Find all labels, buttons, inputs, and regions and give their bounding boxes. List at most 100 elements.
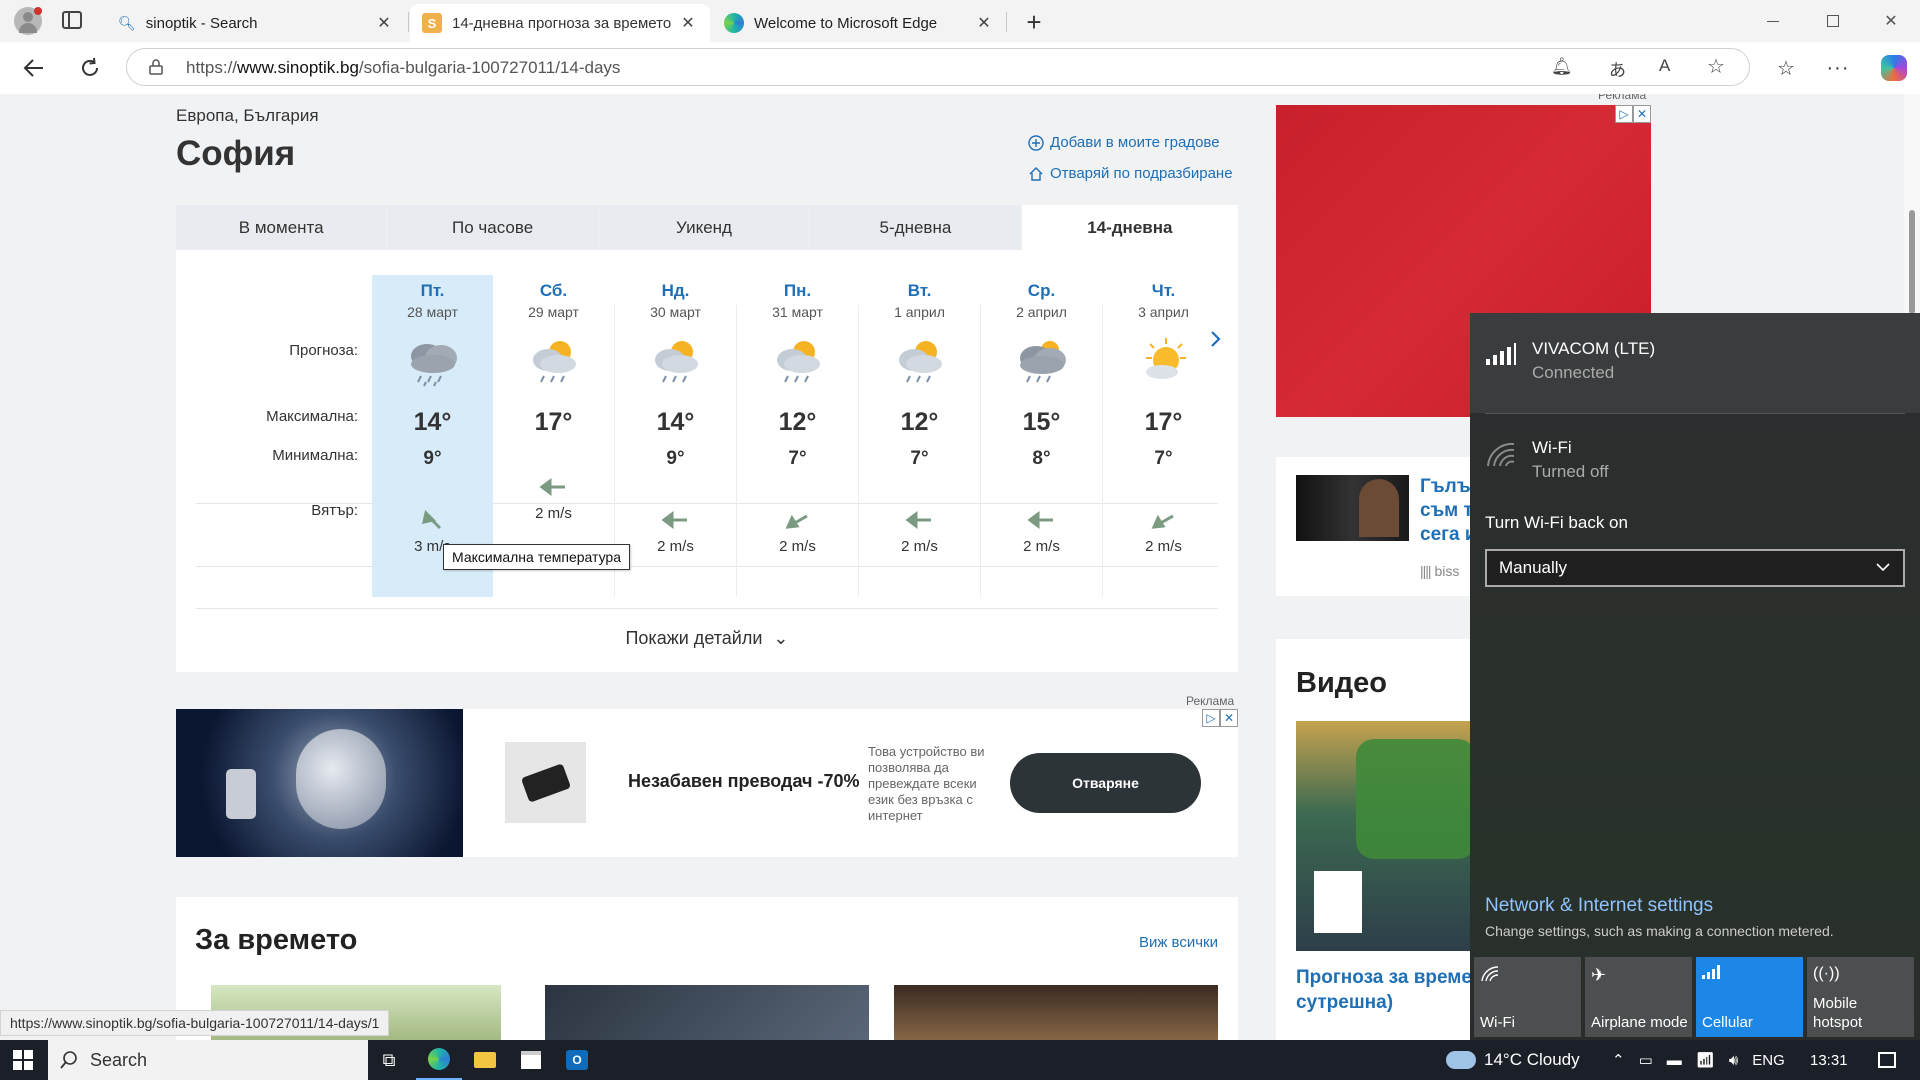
refresh-button[interactable] [72, 50, 108, 86]
read-aloud-icon[interactable]: A [1659, 56, 1670, 76]
network-settings-link[interactable]: Network & Internet settings [1485, 895, 1713, 917]
ad-open-button[interactable]: Отваряне [1010, 753, 1201, 813]
file-explorer-button[interactable] [462, 1040, 508, 1080]
day-column[interactable]: Чт. 3 април 17° 7° 2 m/s [1103, 275, 1224, 597]
chevron-up-icon[interactable]: ⌃ [1612, 1051, 1625, 1069]
article-thumbnail[interactable] [894, 985, 1218, 1041]
day-column[interactable]: Нд. 30 март 14° 9° 2 m/s [615, 275, 736, 597]
wind-arrow-icon [421, 510, 441, 530]
translate-icon[interactable]: あ [1609, 56, 1626, 81]
cellular-quick-action[interactable]: Cellular [1696, 957, 1803, 1037]
airplane-mode-quick-action[interactable]: ✈︎ Airplane mode [1585, 957, 1692, 1037]
maximize-button[interactable] [1804, 0, 1862, 42]
video-caption[interactable]: Прогноза за време сутрешна) [1296, 965, 1486, 1015]
new-tab-button[interactable]: + [1016, 4, 1052, 40]
cellular-tray-icon[interactable]: 📶︎ [1696, 1051, 1715, 1069]
close-window-button[interactable]: ✕ [1862, 0, 1920, 42]
close-ad-icon[interactable]: ✕ [1220, 709, 1238, 727]
cellular-name: VIVACOM (LTE) [1532, 339, 1656, 358]
see-all-link[interactable]: Виж всички [1139, 934, 1218, 951]
taskbar-search-box[interactable]: Search [48, 1040, 368, 1080]
tab-hourly[interactable]: По часове [387, 205, 598, 250]
max-temp: 12° [900, 408, 939, 436]
news-thumbnail-art [1359, 479, 1399, 537]
article-thumbnail[interactable] [545, 985, 869, 1041]
rain-cloud-icon [410, 344, 457, 387]
settings-more-button[interactable]: ··· [1820, 50, 1856, 86]
video-section-title: Видео [1296, 667, 1388, 699]
weather-widget[interactable]: 14°C Cloudy [1446, 1040, 1580, 1080]
favorite-star-icon[interactable]: ☆ [1707, 54, 1725, 79]
clock[interactable]: 13:31 [1810, 1040, 1848, 1080]
day-column[interactable]: Ср. 2 април 15° 8° 2 m/s [981, 275, 1102, 597]
weather-label: 14°C Cloudy [1484, 1050, 1580, 1069]
language-indicator[interactable]: ENG [1752, 1052, 1785, 1069]
video-thumbnail[interactable] [1296, 721, 1486, 951]
volume-icon[interactable]: 🔊︎ [1729, 1052, 1738, 1069]
next-days-chevron-icon[interactable] [1210, 330, 1222, 348]
day-date: 2 април [1016, 304, 1067, 320]
copilot-button[interactable] [1876, 50, 1912, 86]
wifi-network-item[interactable]: Wi-Fi Turned off [1470, 416, 1920, 516]
tab-14-day[interactable]: 14-дневна [1021, 205, 1239, 250]
wifi-quick-action[interactable]: Wi-Fi [1474, 957, 1581, 1037]
tab-now[interactable]: В момента [176, 205, 387, 250]
bell-icon[interactable]: 🔔︎ [1551, 57, 1573, 77]
translator-device [520, 762, 571, 803]
rain-cloud-icon [1019, 341, 1066, 383]
tab-5-day[interactable]: 5-дневна [810, 205, 1021, 250]
mobile-hotspot-quick-action[interactable]: ((·)) Mobile hotspot [1807, 957, 1914, 1037]
day-date: 29 март [528, 304, 579, 320]
task-view-icon: ⧉ [382, 1049, 396, 1070]
close-icon[interactable]: ✕ [374, 13, 394, 33]
show-details-button[interactable]: Покажи детайли ⌄ [176, 628, 1238, 649]
wifi-back-on-select[interactable]: Manually [1485, 549, 1905, 587]
outlook-button[interactable]: O [554, 1040, 600, 1080]
wifi-quick-action-label: Wi-Fi [1480, 1014, 1515, 1031]
section-divider [196, 608, 1218, 609]
tab-weekend[interactable]: Уикенд [598, 205, 810, 250]
wind-speed: 2 m/s [1023, 538, 1060, 555]
close-icon[interactable]: ✕ [974, 13, 994, 33]
start-button[interactable] [0, 1040, 46, 1080]
max-temp-tooltip: Максимална температура [443, 544, 630, 570]
notifications-button[interactable] [1864, 1040, 1910, 1080]
adchoices-icon[interactable]: ▷ [1202, 709, 1220, 727]
airplane-icon: ✈︎ [1591, 965, 1607, 985]
meet-now-icon[interactable]: ▭ [1639, 1051, 1653, 1069]
tab-edge[interactable]: Welcome to Microsoft Edge ✕ [712, 4, 1006, 42]
open-default-link[interactable]: Отваряй по подразбиране [1028, 165, 1233, 182]
page-title: София [176, 134, 296, 173]
edge-taskbar-button[interactable] [416, 1040, 462, 1080]
battery-icon[interactable]: ▬ [1667, 1052, 1682, 1069]
close-icon[interactable]: ✕ [678, 13, 698, 33]
cellular-status: Connected [1532, 363, 1615, 382]
advertisement-translator[interactable]: Незабавен преводач -70% Това устройство … [176, 709, 1238, 857]
day-name: Пн. [783, 281, 812, 300]
breadcrumb[interactable]: Европа, България [176, 106, 319, 126]
robot-phone [226, 769, 256, 819]
ad-headline[interactable]: Незабавен преводач -70% [628, 771, 860, 792]
favorites-button[interactable]: ☆ [1768, 50, 1804, 86]
url-text[interactable]: https://www.sinoptik.bg/sofia-bulgaria-1… [186, 58, 620, 78]
tab-search[interactable]: 🔍︎ sinoptik - Search ✕ [106, 4, 406, 42]
task-view-button[interactable]: ⧉ [366, 1040, 412, 1080]
cellular-network-item[interactable]: VIVACOM (LTE) Connected [1470, 313, 1920, 413]
tab-sinoptik[interactable]: S 14-дневна прогноза за времето ✕ [410, 4, 710, 42]
day-column[interactable]: Пн. 31 март 12° 7° 2 m/s [737, 275, 858, 597]
store-button[interactable] [508, 1040, 554, 1080]
add-city-link[interactable]: Добави в моите градове [1028, 134, 1220, 151]
close-ad-icon[interactable]: ✕ [1633, 105, 1651, 123]
profile-avatar[interactable] [14, 7, 42, 35]
chevron-down-icon [1876, 563, 1890, 572]
minimize-button[interactable] [1744, 0, 1802, 42]
edge-icon [724, 13, 744, 33]
adchoices-icon[interactable]: ▷ [1615, 105, 1633, 123]
cellular-label: Cellular [1702, 1014, 1753, 1031]
back-button[interactable] [16, 50, 52, 86]
day-column[interactable]: Вт. 1 април 12° 7° 2 m/s [859, 275, 980, 597]
address-bar[interactable]: https://www.sinoptik.bg/sofia-bulgaria-1… [126, 48, 1750, 86]
day-date: 30 март [650, 304, 701, 320]
scrollbar-thumb[interactable] [1909, 210, 1915, 314]
tab-actions-icon[interactable] [62, 11, 82, 29]
